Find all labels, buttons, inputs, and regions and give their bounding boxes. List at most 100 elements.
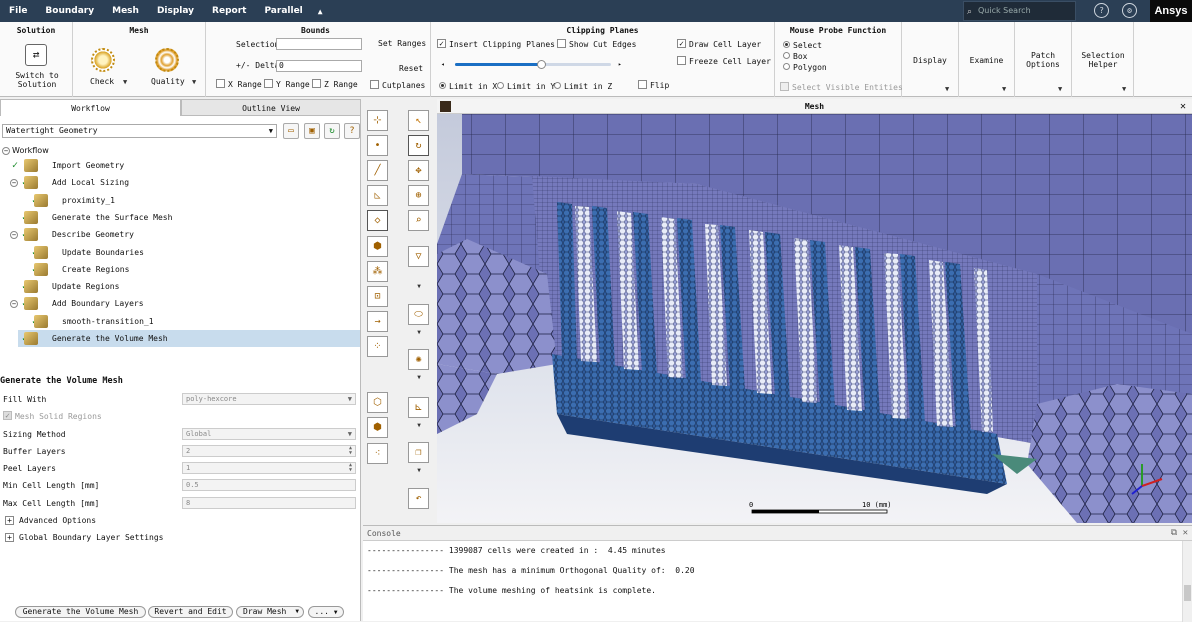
cell-zone-select-icon[interactable]: ⬢: [367, 417, 388, 438]
freeze-cell-layer-checkbox[interactable]: Freeze Cell Layer: [677, 56, 771, 66]
patch-dropdown-icon[interactable]: ▼: [1058, 85, 1062, 93]
delta-input[interactable]: 0: [276, 60, 362, 72]
probe-box-radio[interactable]: Box: [783, 52, 807, 61]
select-visible-checkbox[interactable]: Select Visible Entities: [780, 82, 903, 92]
clipping-slider[interactable]: [455, 60, 611, 69]
x-range-checkbox[interactable]: X Range: [216, 79, 262, 89]
check-dropdown-icon[interactable]: ▼: [123, 78, 127, 86]
quick-search-input[interactable]: ⌕ Quick Search: [963, 1, 1076, 21]
switch-to-solution-button[interactable]: Switch to Solution: [6, 71, 68, 89]
ribbon-group-patch[interactable]: Patch Options ▼: [1015, 22, 1072, 97]
expand-icon[interactable]: +: [5, 533, 14, 542]
tree-item[interactable]: −✓Describe Geometry: [0, 226, 360, 243]
ribbon-group-display[interactable]: Display ▼: [902, 22, 959, 97]
menu-report[interactable]: Report: [203, 0, 255, 22]
ribbon-group-examine[interactable]: Examine ▼: [959, 22, 1015, 97]
copy-icon[interactable]: ❐: [408, 442, 429, 463]
insert-clipping-checkbox[interactable]: ✓ Insert Clipping Planes: [437, 39, 555, 49]
grid-select-icon[interactable]: ⁘: [367, 336, 388, 357]
tree-item[interactable]: −✓Add Boundary Layers: [0, 295, 360, 312]
face-select-icon[interactable]: ◺: [367, 185, 388, 206]
fit-icon[interactable]: ▽: [408, 246, 429, 267]
generate-volume-mesh-button[interactable]: Generate the Volume Mesh: [15, 606, 146, 618]
limit-y-radio[interactable]: Limit in Y: [497, 82, 555, 91]
draw-cell-layer-checkbox[interactable]: ✓ Draw Cell Layer: [677, 39, 761, 49]
zone-select-icon[interactable]: ◇: [367, 210, 388, 231]
patch-options-button[interactable]: Patch Options: [1025, 51, 1061, 69]
menu-file[interactable]: File: [0, 0, 36, 22]
display-button[interactable]: Display: [902, 56, 958, 65]
slider-left-arrow-icon[interactable]: ◂: [441, 61, 445, 68]
selection-input[interactable]: [276, 38, 362, 50]
gear-icon[interactable]: ⚙: [1122, 3, 1137, 18]
property-value-field[interactable]: 2 ▲ ▼: [182, 445, 356, 457]
pointer-icon[interactable]: ↖: [408, 110, 429, 131]
save-icon[interactable]: ▣: [304, 123, 320, 139]
selection-helper-button[interactable]: Selection Helper: [1077, 51, 1129, 69]
ribbon-group-selection-helper[interactable]: Selection Helper ▼: [1072, 22, 1134, 97]
cell-select-icon[interactable]: ⬡: [367, 392, 388, 413]
tab-workflow[interactable]: Workflow: [0, 99, 181, 116]
property-value-field[interactable]: 0.5: [182, 479, 356, 491]
spinner-icon[interactable]: ▲ ▼: [349, 446, 352, 456]
set-ranges-button[interactable]: Set Ranges: [378, 39, 426, 48]
collapse-icon[interactable]: −: [10, 300, 18, 309]
pan-icon[interactable]: ✥: [408, 160, 429, 181]
line-select-icon[interactable]: →: [367, 311, 388, 332]
revert-and-edit-button[interactable]: Revert and Edit: [148, 606, 233, 618]
edge-select-icon[interactable]: ╱: [367, 160, 388, 181]
point-select-icon[interactable]: •: [367, 135, 388, 156]
tree-item[interactable]: ✓smooth-transition_1: [0, 313, 360, 330]
tree-item[interactable]: ✓Generate the Volume Mesh: [18, 330, 360, 347]
help-circle-icon[interactable]: ?: [344, 123, 360, 139]
console-scrollbar[interactable]: [1182, 541, 1192, 622]
global-bl-settings[interactable]: + Global Boundary Layer Settings: [0, 529, 360, 546]
reset-button[interactable]: Reset: [399, 64, 423, 73]
zoom-icon[interactable]: ⌕: [408, 210, 429, 231]
collapse-icon[interactable]: −: [2, 147, 10, 155]
examine-button[interactable]: Examine: [959, 56, 1014, 65]
display-options-icon[interactable]: ⬭: [408, 304, 429, 325]
property-value-field[interactable]: 8: [182, 497, 356, 509]
tree-item[interactable]: −✓Add Local Sizing: [0, 174, 360, 191]
flip-checkbox[interactable]: Flip: [638, 80, 669, 90]
cutplanes-checkbox[interactable]: Cutplanes: [370, 80, 425, 90]
scrollbar-thumb[interactable]: [1184, 585, 1191, 601]
rotate-icon[interactable]: ↻: [408, 135, 429, 156]
tab-outline-view[interactable]: Outline View: [181, 99, 361, 116]
mesh-solid-regions-checkbox[interactable]: ✓ Mesh Solid Regions: [3, 408, 102, 425]
advanced-options[interactable]: + Advanced Options: [0, 512, 360, 529]
probe-select-radio[interactable]: Select: [783, 41, 822, 50]
lighting-icon[interactable]: ✺: [408, 349, 429, 370]
more-arrow-icon[interactable]: ▼: [414, 330, 424, 336]
collapse-icon[interactable]: −: [10, 179, 18, 188]
more-button[interactable]: ... ▼: [308, 606, 344, 618]
tree-item[interactable]: ✓Update Boundaries: [0, 244, 360, 261]
property-value-field[interactable]: poly-hexcore ▼: [182, 393, 356, 405]
slider-right-arrow-icon[interactable]: ▸: [618, 61, 622, 68]
examine-dropdown-icon[interactable]: ▼: [1002, 85, 1006, 93]
probe-polygon-radio[interactable]: Polygon: [783, 63, 827, 72]
body-select-icon[interactable]: ⬢: [367, 236, 388, 257]
spinner-icon[interactable]: ▲ ▼: [349, 463, 352, 473]
multi-select-icon[interactable]: ⁂: [367, 261, 388, 282]
refresh-icon[interactable]: ↻: [324, 123, 340, 139]
more-arrow-icon[interactable]: ▼: [414, 468, 424, 474]
zoom-box-icon[interactable]: ⊕: [408, 185, 429, 206]
axes-icon[interactable]: ⊾: [408, 397, 429, 418]
console-controls-icon[interactable]: ⧉ ✕: [1171, 528, 1188, 538]
undo-view-icon[interactable]: ↶: [408, 488, 429, 509]
close-icon[interactable]: ✕: [1180, 99, 1186, 114]
quality-dropdown-icon[interactable]: ▼: [192, 78, 196, 86]
box-select-icon[interactable]: ⊡: [367, 286, 388, 307]
check-button[interactable]: Check: [90, 77, 114, 86]
tree-item[interactable]: ✓ Import Geometry: [0, 157, 360, 174]
selection-helper-dropdown-icon[interactable]: ▼: [1122, 85, 1126, 93]
open-folder-icon[interactable]: ▭: [283, 123, 299, 139]
more-arrow-icon[interactable]: ▼: [414, 423, 424, 429]
workflow-type-select[interactable]: Watertight Geometry ▼: [2, 124, 277, 138]
collapse-icon[interactable]: −: [10, 231, 18, 240]
expand-icon[interactable]: +: [5, 516, 14, 525]
property-value-field[interactable]: Global ▼: [182, 428, 356, 440]
tree-item[interactable]: ✓Update Regions: [0, 278, 360, 295]
